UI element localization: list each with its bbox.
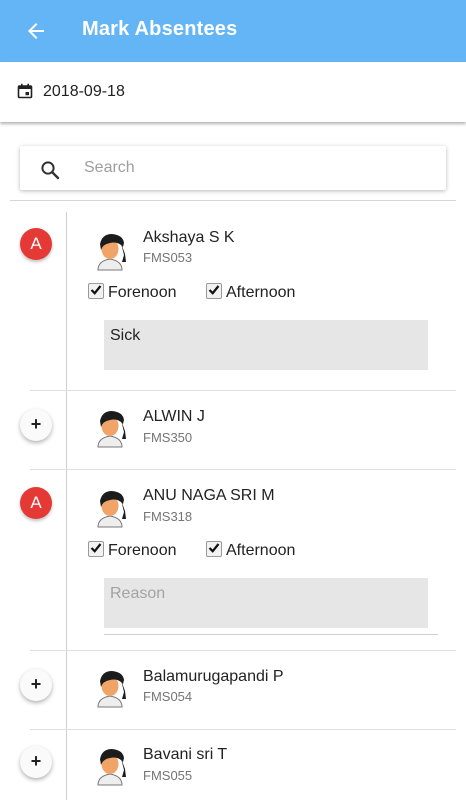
afternoon-checkbox[interactable]	[206, 283, 222, 299]
forenoon-label: Forenoon	[108, 284, 177, 301]
student-name: ALWIN J	[143, 408, 205, 425]
forenoon-checkbox[interactable]	[88, 283, 104, 299]
search-icon	[41, 161, 60, 180]
add-absentee-button[interactable]: +	[20, 669, 52, 701]
search-box	[20, 146, 446, 190]
checkmark-icon	[208, 285, 220, 295]
student-name: ANU NAGA SRI M	[143, 487, 275, 504]
arrow-back-icon[interactable]	[24, 19, 48, 43]
student-code: FMS053	[143, 250, 193, 265]
calendar-icon[interactable]	[17, 83, 33, 99]
reason-input[interactable]	[104, 578, 428, 628]
checkmark-icon	[208, 543, 220, 553]
page-title: Mark Absentees	[82, 18, 238, 40]
checkmark-icon	[90, 543, 102, 553]
student-row: + Balamurugapandi P FMS054	[0, 651, 466, 730]
reason-underline	[104, 634, 438, 635]
forenoon-label: Forenoon	[108, 542, 177, 559]
student-avatar-icon	[97, 749, 126, 786]
app-bar: Mark Absentees	[0, 0, 466, 62]
afternoon-checkbox[interactable]	[206, 541, 222, 557]
student-code: FMS055	[143, 768, 193, 783]
student-avatar-icon	[97, 234, 126, 271]
absent-badge-button[interactable]: A	[20, 487, 52, 519]
reason-input[interactable]	[104, 320, 428, 370]
student-avatar-icon	[97, 671, 126, 708]
add-absentee-button[interactable]: +	[20, 746, 52, 778]
student-row: A Akshaya S K FMS053 Forenoon Afternoon	[0, 212, 466, 391]
selected-date[interactable]: 2018-09-18	[43, 83, 125, 101]
afternoon-label: Afternoon	[226, 284, 296, 301]
student-avatar-icon	[97, 491, 126, 528]
date-bar: 2018-09-18	[0, 62, 466, 122]
student-row: + Bavani sri T FMS055	[0, 730, 466, 800]
student-code: FMS350	[143, 430, 193, 445]
student-avatar-icon	[97, 411, 126, 448]
student-code: FMS054	[143, 689, 193, 704]
add-absentee-button[interactable]: +	[20, 409, 52, 441]
student-row: + ALWIN J FMS350	[0, 391, 466, 470]
student-row: A ANU NAGA SRI M FMS318 Forenoon Afterno…	[0, 470, 466, 651]
student-name: Bavani sri T	[143, 746, 228, 763]
student-code: FMS318	[143, 509, 193, 524]
forenoon-checkbox[interactable]	[88, 541, 104, 557]
absent-badge-button[interactable]: A	[20, 228, 52, 260]
student-name: Balamurugapandi P	[143, 668, 284, 685]
list-divider	[10, 200, 456, 201]
checkmark-icon	[90, 285, 102, 295]
student-name: Akshaya S K	[143, 229, 235, 246]
search-input[interactable]	[82, 154, 426, 182]
afternoon-label: Afternoon	[226, 542, 296, 559]
